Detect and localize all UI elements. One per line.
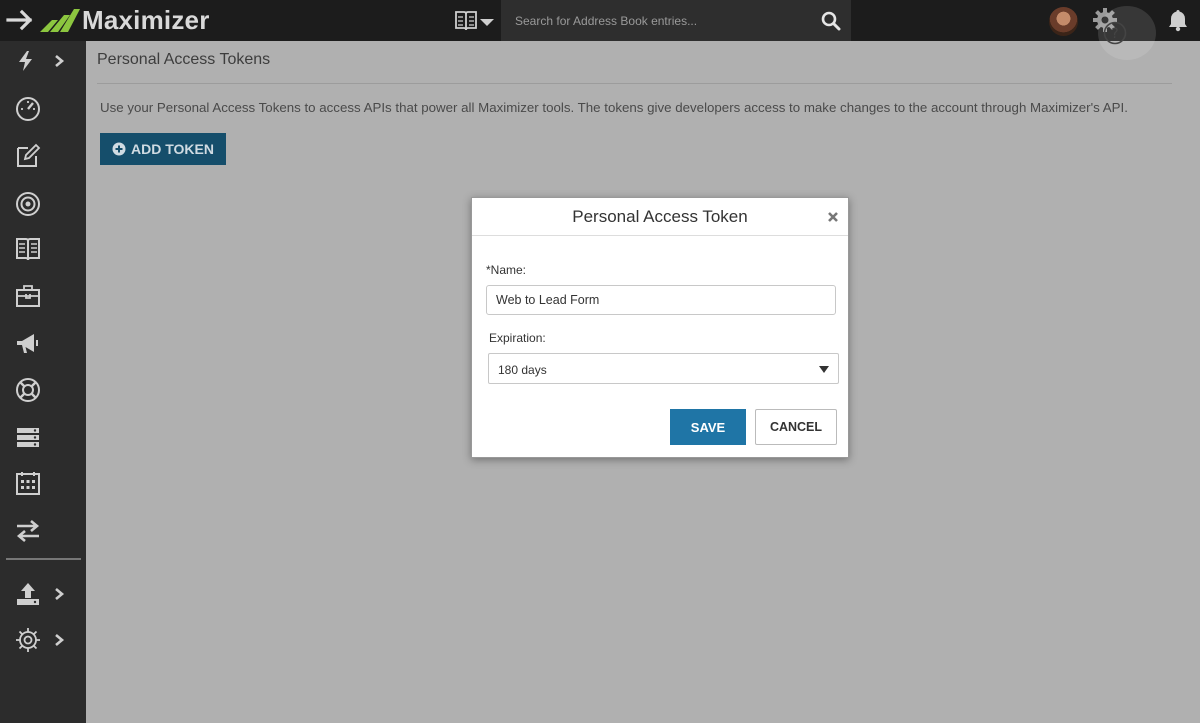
- search-button[interactable]: [810, 0, 851, 41]
- dashboard-gauge-icon: [16, 97, 40, 121]
- sidebar-item-address-book[interactable]: [14, 234, 70, 264]
- expiration-label: Expiration:: [489, 331, 546, 345]
- target-icon: [16, 192, 40, 216]
- address-book-icon: [455, 11, 477, 31]
- chevron-right-icon: [55, 588, 65, 600]
- maximizer-logo-icon: [40, 9, 80, 32]
- close-icon[interactable]: [827, 211, 839, 223]
- svg-text:?: ?: [1111, 26, 1118, 42]
- avatar[interactable]: [1049, 7, 1078, 36]
- add-token-label: ADD TOKEN: [131, 141, 214, 157]
- save-button[interactable]: SAVE: [670, 409, 746, 445]
- sidebar-item-lists[interactable]: [14, 422, 70, 452]
- sidebar-item-opportunities[interactable]: [14, 189, 70, 219]
- sidebar-item-campaigns[interactable]: [14, 329, 70, 359]
- transfer-arrows-icon: [16, 520, 40, 542]
- dialog-title: Personal Access Token: [572, 207, 748, 226]
- caret-down-icon: [819, 366, 829, 373]
- sidebar-divider: [6, 558, 81, 560]
- cancel-button[interactable]: CANCEL: [755, 409, 837, 445]
- list-icon: [17, 428, 39, 447]
- search-input[interactable]: [501, 0, 810, 41]
- sidebar-item-service[interactable]: [14, 375, 70, 405]
- settings-gear-icon: [16, 628, 40, 652]
- expiration-value: 180 days: [498, 363, 547, 377]
- upload-icon: [17, 583, 39, 605]
- name-field[interactable]: [486, 285, 836, 315]
- chevron-down-icon: [480, 19, 494, 26]
- expiration-select[interactable]: 180 days: [488, 353, 839, 384]
- lifebuoy-icon: [16, 378, 40, 402]
- sidebar-item-dashboard[interactable]: [14, 94, 70, 124]
- plus-circle-icon: [112, 142, 126, 156]
- sidebar-item-quick-actions[interactable]: [14, 46, 70, 76]
- sidebar-item-calendar[interactable]: [14, 468, 70, 498]
- bell-icon[interactable]: [1166, 8, 1190, 32]
- exit-arrow-icon[interactable]: [6, 7, 38, 33]
- dialog-header: Personal Access Token: [472, 198, 848, 236]
- briefcase-icon: [16, 285, 40, 307]
- sidebar-item-projects[interactable]: [14, 281, 70, 311]
- lightning-icon: [19, 51, 32, 71]
- address-book-icon: [16, 238, 40, 261]
- sidebar-item-notes[interactable]: [14, 141, 70, 171]
- name-label: *Name:: [486, 263, 527, 277]
- add-token-button[interactable]: ADD TOKEN: [100, 133, 226, 165]
- brand-logo[interactable]: Maximizer: [40, 4, 210, 36]
- sidebar-item-transfer[interactable]: [14, 516, 70, 546]
- page-description: Use your Personal Access Tokens to acces…: [100, 100, 1128, 115]
- title-divider: [97, 83, 1172, 84]
- page-title: Personal Access Tokens: [97, 51, 271, 68]
- personal-access-token-dialog: Personal Access Token *Name: Expiration:…: [471, 197, 849, 458]
- sidebar-item-settings[interactable]: [14, 625, 70, 655]
- brand-name: Maximizer: [82, 4, 210, 35]
- search-icon: [821, 11, 840, 30]
- sidebar: [0, 41, 86, 723]
- address-book-selector[interactable]: [454, 9, 496, 33]
- top-bar: Maximizer ?: [0, 0, 1200, 60]
- megaphone-icon: [17, 334, 38, 353]
- search-bar: [501, 0, 851, 41]
- sidebar-item-import[interactable]: [14, 579, 70, 609]
- edit-note-icon: [17, 143, 41, 167]
- calendar-icon: [16, 472, 40, 495]
- chevron-right-icon: [55, 634, 65, 646]
- chevron-right-icon: [55, 55, 65, 67]
